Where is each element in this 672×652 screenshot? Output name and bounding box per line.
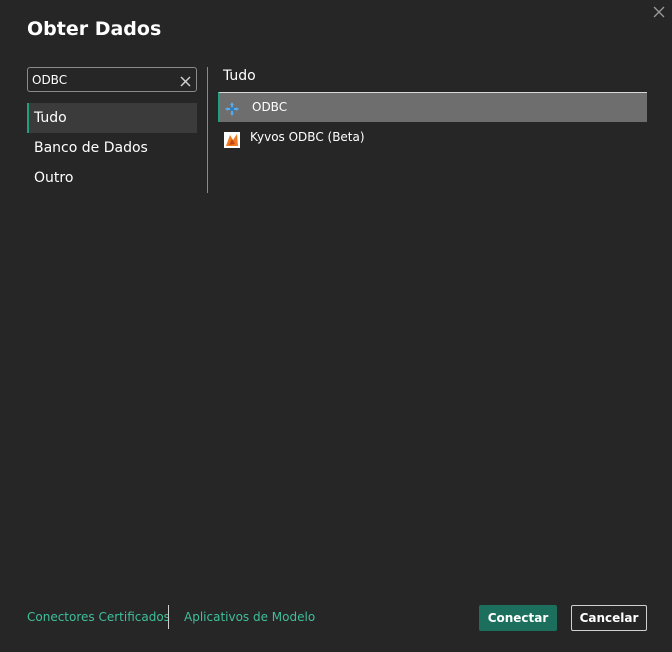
clear-search-icon[interactable] bbox=[179, 73, 192, 87]
search-box[interactable] bbox=[27, 67, 197, 92]
category-label: Outro bbox=[34, 170, 74, 186]
dialog-title: Obter Dados bbox=[27, 18, 162, 40]
connect-button[interactable]: Conectar bbox=[479, 605, 557, 631]
odbc-icon bbox=[224, 99, 240, 116]
category-list: Tudo Banco de Dados Outro bbox=[27, 103, 197, 193]
category-item-tudo[interactable]: Tudo bbox=[27, 103, 197, 133]
template-apps-link[interactable]: Aplicativos de Modelo bbox=[184, 610, 315, 624]
result-item-kyvos-odbc[interactable]: Kyvos ODBC (Beta) bbox=[218, 122, 647, 152]
search-input[interactable] bbox=[32, 70, 172, 89]
certified-connectors-link[interactable]: Conectores Certificados bbox=[27, 610, 170, 624]
kyvos-icon bbox=[224, 129, 240, 148]
result-label: Kyvos ODBC (Beta) bbox=[250, 130, 365, 144]
cancel-button[interactable]: Cancelar bbox=[571, 605, 647, 631]
results-section-title: Tudo bbox=[223, 68, 256, 84]
category-item-banco-de-dados[interactable]: Banco de Dados bbox=[27, 133, 197, 163]
close-icon[interactable] bbox=[651, 4, 667, 20]
result-item-odbc[interactable]: ODBC bbox=[218, 92, 647, 122]
footer-divider bbox=[168, 605, 169, 629]
category-label: Banco de Dados bbox=[34, 140, 148, 156]
category-label: Tudo bbox=[34, 110, 67, 126]
result-label: ODBC bbox=[252, 100, 288, 114]
panel-divider bbox=[207, 67, 208, 193]
results-list: ODBC Kyvos ODBC (Beta) bbox=[218, 92, 647, 152]
get-data-dialog: Obter Dados Tudo Banco de Dados Outro Tu… bbox=[0, 0, 672, 652]
category-item-outro[interactable]: Outro bbox=[27, 163, 197, 193]
